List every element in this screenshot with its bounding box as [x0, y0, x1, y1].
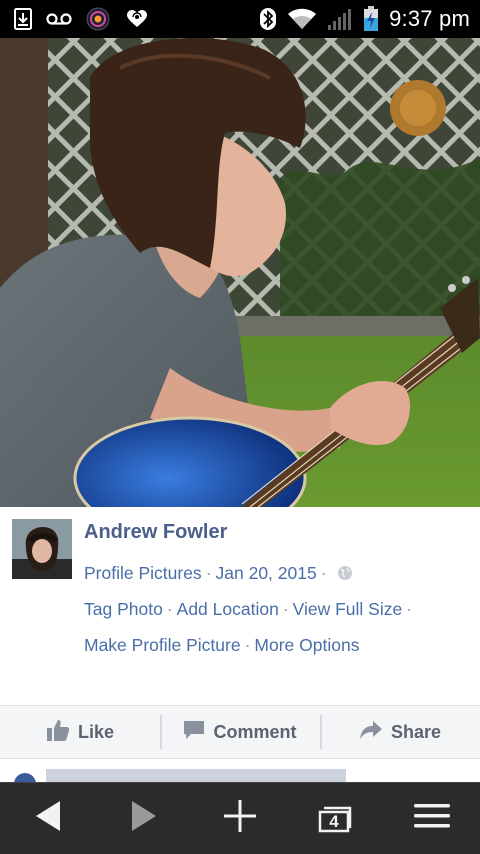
tabs-button[interactable]: 4 [288, 783, 384, 854]
post-actions-bar: Like Comment Share [0, 705, 480, 759]
menu-icon [413, 803, 451, 834]
tag-photo-link[interactable]: Tag Photo [84, 599, 163, 619]
add-location-link[interactable]: Add Location [177, 599, 279, 619]
post-info: Andrew Fowler Profile Pictures · Jan 20, 2… [0, 507, 480, 705]
tab-count: 4 [329, 811, 339, 831]
post-meta: Profile Pictures · Jan 20, 2015 · [84, 563, 353, 586]
like-button[interactable]: Like [0, 706, 160, 758]
back-button[interactable] [0, 783, 96, 854]
next-post-avatar [14, 773, 36, 782]
comment-label: Comment [213, 721, 297, 742]
next-post-peek[interactable] [0, 759, 480, 782]
status-bar: 9:37 pm [0, 0, 480, 38]
download-icon [14, 8, 32, 30]
more-options-link[interactable]: More Options [254, 635, 359, 655]
share-label: Share [390, 721, 442, 742]
voicemail-icon [46, 12, 72, 26]
new-tab-button[interactable] [192, 783, 288, 854]
tabs-icon: 4 [318, 805, 354, 833]
iheartradio-icon [124, 9, 150, 29]
view-full-size-link[interactable]: View Full Size [293, 599, 403, 619]
next-post-title-placeholder [46, 769, 346, 782]
forward-icon [130, 800, 158, 837]
photo-actions-row-1: Tag Photo · Add Location · View Full Size · [84, 599, 413, 619]
wifi-icon [287, 8, 317, 30]
battery-charging-icon [363, 6, 379, 32]
browser-nav-bar: 4 [0, 782, 480, 854]
avatar[interactable] [12, 519, 72, 579]
back-icon [34, 800, 62, 837]
clock: 9:37 pm [389, 6, 470, 31]
menu-button[interactable] [384, 783, 480, 854]
post-date[interactable]: Jan 20, 2015 [216, 563, 317, 583]
signal-icon [327, 7, 353, 31]
author-name[interactable]: Andrew Fowler [84, 521, 227, 544]
make-profile-picture-link[interactable]: Make Profile Picture [84, 635, 241, 655]
like-label: Like [77, 721, 115, 742]
comment-icon [183, 720, 205, 745]
share-arrow-icon [359, 720, 383, 745]
comment-button[interactable]: Comment [160, 706, 320, 758]
photo-actions-row-2: Make Profile Picture · More Options [84, 635, 360, 655]
share-button[interactable]: Share [320, 706, 480, 758]
globe-icon[interactable] [337, 565, 353, 586]
forward-button[interactable] [96, 783, 192, 854]
guitarist-photo [0, 38, 480, 507]
album-link[interactable]: Profile Pictures [84, 563, 202, 583]
post-photo[interactable] [0, 38, 480, 507]
bluetooth-icon [259, 7, 277, 31]
app-icon [86, 7, 110, 31]
plus-icon [223, 799, 257, 838]
thumbs-up-icon [46, 718, 70, 747]
